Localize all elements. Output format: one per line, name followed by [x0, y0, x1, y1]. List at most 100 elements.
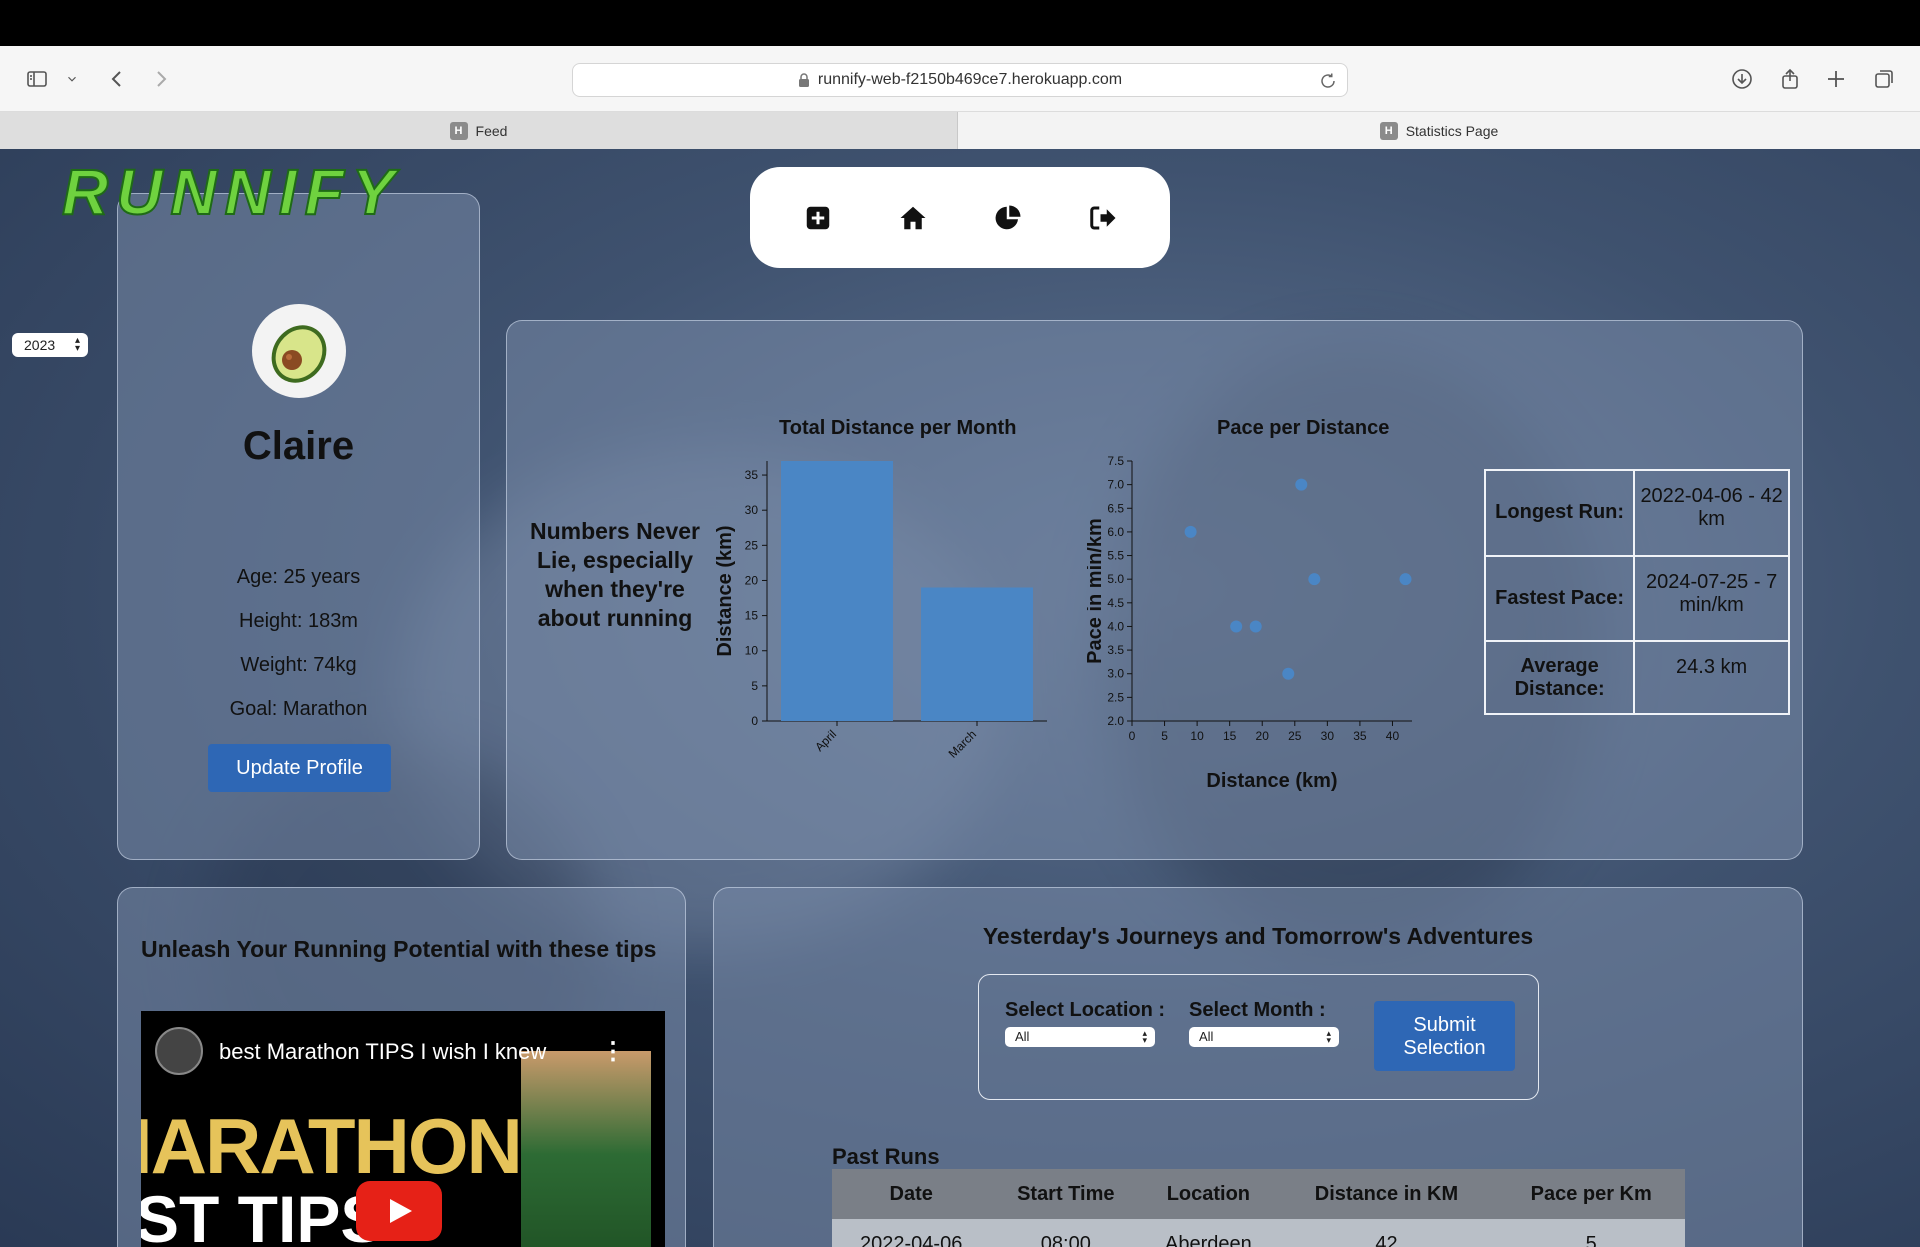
- url-text: runnify-web-f2150b469ce7.herokuapp.com: [817, 71, 1123, 88]
- channel-avatar[interactable]: [155, 1027, 203, 1075]
- back-icon[interactable]: [104, 46, 130, 112]
- select-arrows-icon: ▴ ▾: [1326, 1028, 1331, 1045]
- add-icon: [806, 206, 829, 229]
- profile-weight: Weight: 74kg: [240, 654, 357, 676]
- past-runs-table: Date Start Time Location Distance in KM …: [832, 1169, 1685, 1247]
- x-tick-label: 40: [1386, 729, 1400, 743]
- tab-statistics[interactable]: H Statistics Page: [958, 112, 1920, 149]
- more-options-icon[interactable]: ⋮: [601, 1037, 625, 1066]
- home-button[interactable]: [893, 198, 933, 238]
- logout-button[interactable]: [1083, 198, 1123, 238]
- y-tick-label: 35: [745, 468, 759, 482]
- download-icon[interactable]: [1728, 46, 1756, 112]
- year-value: 2023: [24, 337, 56, 353]
- y-tick-label: 2.5: [1107, 690, 1124, 704]
- forward-icon[interactable]: [148, 46, 174, 112]
- chart-title: Pace per Distance: [1217, 417, 1390, 439]
- tab-label: Statistics Page: [1405, 122, 1499, 139]
- y-tick-label: 3.0: [1107, 667, 1124, 681]
- logout-icon: [1089, 206, 1115, 229]
- summary-label: Average Distance:: [1483, 640, 1636, 715]
- y-tick-label: 20: [745, 573, 759, 587]
- statistics-button[interactable]: [988, 198, 1028, 238]
- avatar: [252, 304, 346, 398]
- video-embed[interactable]: IARATHON ST TIPS best Marathon TIPS I wi…: [141, 1011, 665, 1247]
- share-icon[interactable]: [1776, 46, 1804, 112]
- bar-march: [921, 587, 1033, 721]
- statistics-card: Numbers Never Lie, especially when they'…: [506, 320, 1803, 860]
- app-logo[interactable]: RUNNIFY: [61, 155, 402, 229]
- data-point: [1308, 573, 1321, 586]
- update-profile-button[interactable]: Update Profile: [208, 744, 391, 792]
- data-point: [1249, 620, 1262, 633]
- data-point: [1295, 478, 1308, 491]
- data-point: [1230, 620, 1243, 633]
- y-tick-label: 5: [751, 679, 758, 693]
- y-tick-label: 2.0: [1107, 714, 1124, 728]
- chevron-down-icon[interactable]: [64, 46, 80, 112]
- x-tick-label: 10: [1190, 729, 1204, 743]
- summary-label: Fastest Pace:: [1483, 554, 1636, 643]
- tab-overview-icon[interactable]: [1870, 46, 1898, 112]
- y-tick-label: 0: [751, 714, 758, 728]
- table-cell: 5: [1497, 1219, 1685, 1247]
- address-bar[interactable]: runnify-web-f2150b469ce7.herokuapp.com: [572, 63, 1348, 97]
- play-button[interactable]: [356, 1181, 442, 1241]
- distance-bar-chart: 0 5 10 15 20 25 30 35 April March Distance (km): [714, 461, 1047, 761]
- data-point: [1282, 667, 1295, 680]
- y-tick-label: 3.5: [1107, 643, 1124, 657]
- profile-goal: Goal: Marathon: [229, 698, 368, 720]
- column-header: Date: [832, 1169, 991, 1219]
- x-tick-label: 0: [1129, 729, 1136, 743]
- column-header: Start Time: [990, 1169, 1142, 1219]
- runs-card: Yesterday's Journeys and Tomorrow's Adve…: [713, 887, 1803, 1247]
- data-point: [1399, 573, 1412, 586]
- table-cell: Aberdeen: [1141, 1219, 1276, 1247]
- profile-card: Claire Age: 25 years Height: 183m Weight…: [117, 193, 480, 860]
- month-label: Select Month :: [1189, 999, 1326, 1021]
- favicon: H: [449, 121, 468, 140]
- location-select[interactable]: All ▴ ▾: [1005, 1027, 1155, 1047]
- summary-table: Longest Run: 2022-04-06 - 42 km Fastest …: [1483, 469, 1790, 715]
- sidebar-icon[interactable]: [22, 46, 52, 112]
- reload-icon[interactable]: [1319, 72, 1337, 90]
- x-axis-label: Distance (km): [1206, 770, 1337, 791]
- table-cell: 42: [1275, 1219, 1498, 1247]
- x-tick-label: 25: [1288, 729, 1302, 743]
- video-title[interactable]: best Marathon TIPS I wish I knew: [219, 1039, 546, 1065]
- filter-form: Select Location : All ▴ ▾ Select Month : …: [978, 974, 1539, 1100]
- add-run-button[interactable]: [798, 198, 838, 238]
- y-tick-label: 5.0: [1107, 572, 1124, 586]
- month-select[interactable]: All ▴ ▾: [1189, 1027, 1339, 1047]
- tips-card: Unleash Your Running Potential with thes…: [117, 887, 686, 1247]
- y-tick-label: 6.5: [1107, 501, 1124, 515]
- past-runs-label: Past Runs: [832, 1144, 940, 1169]
- location-label: Select Location :: [1005, 999, 1166, 1021]
- lock-icon: [798, 73, 809, 87]
- runs-title: Yesterday's Journeys and Tomorrow's Adve…: [982, 923, 1534, 949]
- table-cell: 08:00: [990, 1219, 1142, 1247]
- year-select[interactable]: 2023 ▴ ▾: [12, 333, 88, 357]
- select-arrows-icon: ▴ ▾: [1142, 1028, 1147, 1045]
- y-tick-label: 30: [745, 503, 759, 517]
- y-axis-label: Distance (km): [714, 525, 736, 656]
- x-tick-label: 35: [1353, 729, 1367, 743]
- tab-feed[interactable]: H Feed: [0, 112, 958, 149]
- profile-height: Height: 183m: [239, 610, 358, 632]
- y-tick-label: 7.0: [1107, 478, 1124, 492]
- summary-row: Fastest Pace: 2024-07-25 - 7 min/km: [1483, 554, 1790, 643]
- select-arrows-icon: ▴ ▾: [74, 335, 80, 354]
- system-top-bar: [0, 0, 1920, 46]
- video-runner-image: [521, 1051, 651, 1247]
- table-header-row: Date Start Time Location Distance in KM …: [832, 1169, 1685, 1219]
- submit-selection-button[interactable]: Submit Selection: [1374, 1001, 1515, 1071]
- y-tick-label: 10: [745, 644, 759, 658]
- home-icon: [900, 206, 925, 229]
- x-tick-label: April: [812, 727, 839, 754]
- new-tab-icon[interactable]: [1822, 46, 1850, 112]
- column-header: Pace per Km: [1497, 1169, 1685, 1219]
- tab-label: Feed: [475, 122, 508, 139]
- x-tick-label: 15: [1223, 729, 1237, 743]
- x-tick-label: 20: [1256, 729, 1270, 743]
- main-nav: [750, 167, 1170, 268]
